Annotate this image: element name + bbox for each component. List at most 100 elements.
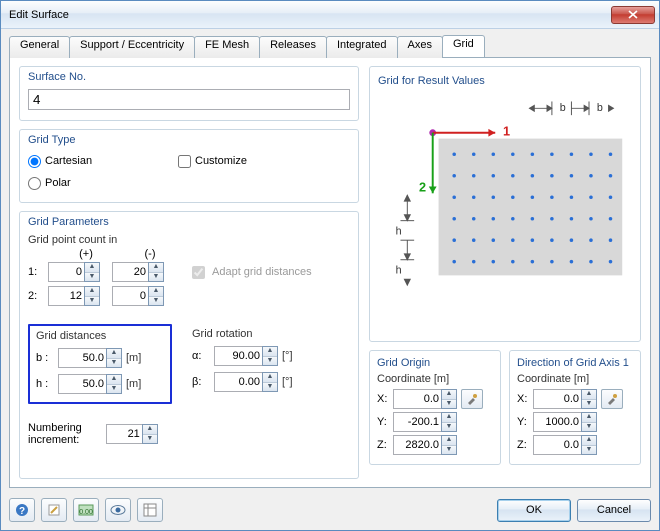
tab-axes[interactable]: Axes [397,36,443,58]
grid-distances-highlight: Grid distances b : ▲▼ [m] h : ▲▼ [m] [28,324,172,404]
tab-general[interactable]: General [9,36,70,58]
spin-b-btns[interactable]: ▲▼ [106,348,122,368]
spin-1m[interactable]: ▲▼ [112,262,164,282]
tab-integrated[interactable]: Integrated [326,36,398,58]
dir-z-label: Z: [517,439,533,451]
spin-2p-input[interactable] [48,286,84,306]
left-column: Surface No. Grid Type Cartesian [19,66,359,479]
dir-x-spin[interactable]: ▲▼ [533,389,597,409]
origin-y-btns[interactable]: ▲▼ [441,412,457,432]
plus-header: (+) [54,248,118,260]
dir-y-label: Y: [517,416,533,428]
dir-x-input[interactable] [533,389,581,409]
units-button[interactable]: 0.00 [73,498,99,522]
grid-distances-title: Grid distances [36,330,164,342]
dir-x-btns[interactable]: ▲▼ [581,389,597,409]
origin-x-label: X: [377,393,393,405]
surface-no-label: Surface No. [28,71,350,83]
row1-label: 1: [28,266,48,278]
origin-coord-label: Coordinate [m] [377,373,493,385]
spin-alpha-btns[interactable]: ▲▼ [262,346,278,366]
tab-grid[interactable]: Grid [442,35,485,57]
spin-numbering-btns[interactable]: ▲▼ [142,424,158,444]
radio-cartesian-label: Cartesian [45,155,92,167]
origin-x-btns[interactable]: ▲▼ [441,389,457,409]
origin-z-input[interactable] [393,435,441,455]
checkbox-customize-input[interactable] [178,155,191,168]
preview-b2: b [597,102,603,114]
spin-2m[interactable]: ▲▼ [112,286,164,306]
checkbox-customize[interactable]: Customize [178,152,247,170]
h-unit: [m] [126,378,141,390]
preview-svg: b b 1 2 [378,87,632,325]
origin-z-label: Z: [377,439,393,451]
view-button[interactable] [105,498,131,522]
spin-1p[interactable]: ▲▼ [48,262,100,282]
cancel-button[interactable]: Cancel [577,499,651,522]
radio-cartesian-input[interactable] [28,155,41,168]
svg-text:0.00: 0.00 [79,509,93,516]
note-button[interactable] [41,498,67,522]
spin-numbering[interactable]: ▲▼ [106,424,158,444]
beta-label: β: [192,376,214,388]
spin-numbering-input[interactable] [106,424,142,444]
dir-y-spin[interactable]: ▲▼ [533,412,597,432]
origin-x-spin[interactable]: ▲▼ [393,389,457,409]
radio-cartesian[interactable]: Cartesian [28,152,178,170]
axis2-label: 2 [419,180,426,194]
radio-polar-input[interactable] [28,177,41,190]
close-button[interactable] [611,6,655,24]
spin-1p-btns[interactable]: ▲▼ [84,262,100,282]
dir-y-input[interactable] [533,412,581,432]
spin-h-btns[interactable]: ▲▼ [106,374,122,394]
spin-2p[interactable]: ▲▼ [48,286,100,306]
dir-y-btns[interactable]: ▲▼ [581,412,597,432]
origin-z-spin[interactable]: ▲▼ [393,435,457,455]
radio-polar[interactable]: Polar [28,174,178,192]
axis1-label: 1 [503,125,510,139]
dir-z-btns[interactable]: ▲▼ [581,435,597,455]
spin-h[interactable]: ▲▼ [58,374,122,394]
spin-1m-input[interactable] [112,262,148,282]
spin-beta-btns[interactable]: ▲▼ [262,372,278,392]
spin-b-input[interactable] [58,348,106,368]
spin-beta-input[interactable] [214,372,262,392]
surface-no-input[interactable] [28,89,350,110]
spin-1p-input[interactable] [48,262,84,282]
dir-pick-button[interactable] [601,389,623,409]
spin-h-input[interactable] [58,374,106,394]
svg-text:?: ? [19,506,25,517]
b-label: b : [36,352,58,364]
table-button[interactable] [137,498,163,522]
spin-alpha-input[interactable] [214,346,262,366]
origin-y-input[interactable] [393,412,441,432]
ok-button[interactable]: OK [497,499,571,522]
help-icon: ? [15,503,29,517]
close-icon [628,10,638,19]
minus-header: (-) [118,248,182,260]
origin-x-input[interactable] [393,389,441,409]
origin-y-spin[interactable]: ▲▼ [393,412,457,432]
spin-2p-btns[interactable]: ▲▼ [84,286,100,306]
dir-z-spin[interactable]: ▲▼ [533,435,597,455]
help-button[interactable]: ? [9,498,35,522]
spin-2m-btns[interactable]: ▲▼ [148,286,164,306]
spin-1m-btns[interactable]: ▲▼ [148,262,164,282]
h-label: h : [36,378,58,390]
tab-support[interactable]: Support / Eccentricity [69,36,195,58]
table-icon [143,503,157,517]
adapt-check-input [192,266,205,279]
origin-pick-button[interactable] [461,389,483,409]
tab-releases[interactable]: Releases [259,36,327,58]
dir-z-input[interactable] [533,435,581,455]
pencil-icon [47,503,61,517]
eye-icon [110,504,126,516]
spin-alpha[interactable]: ▲▼ [214,346,278,366]
tab-femesh[interactable]: FE Mesh [194,36,260,58]
spin-beta[interactable]: ▲▼ [214,372,278,392]
spin-b[interactable]: ▲▼ [58,348,122,368]
adapt-check: Adapt grid distances [188,263,312,282]
beta-unit: [°] [282,376,293,388]
spin-2m-input[interactable] [112,286,148,306]
origin-z-btns[interactable]: ▲▼ [441,435,457,455]
